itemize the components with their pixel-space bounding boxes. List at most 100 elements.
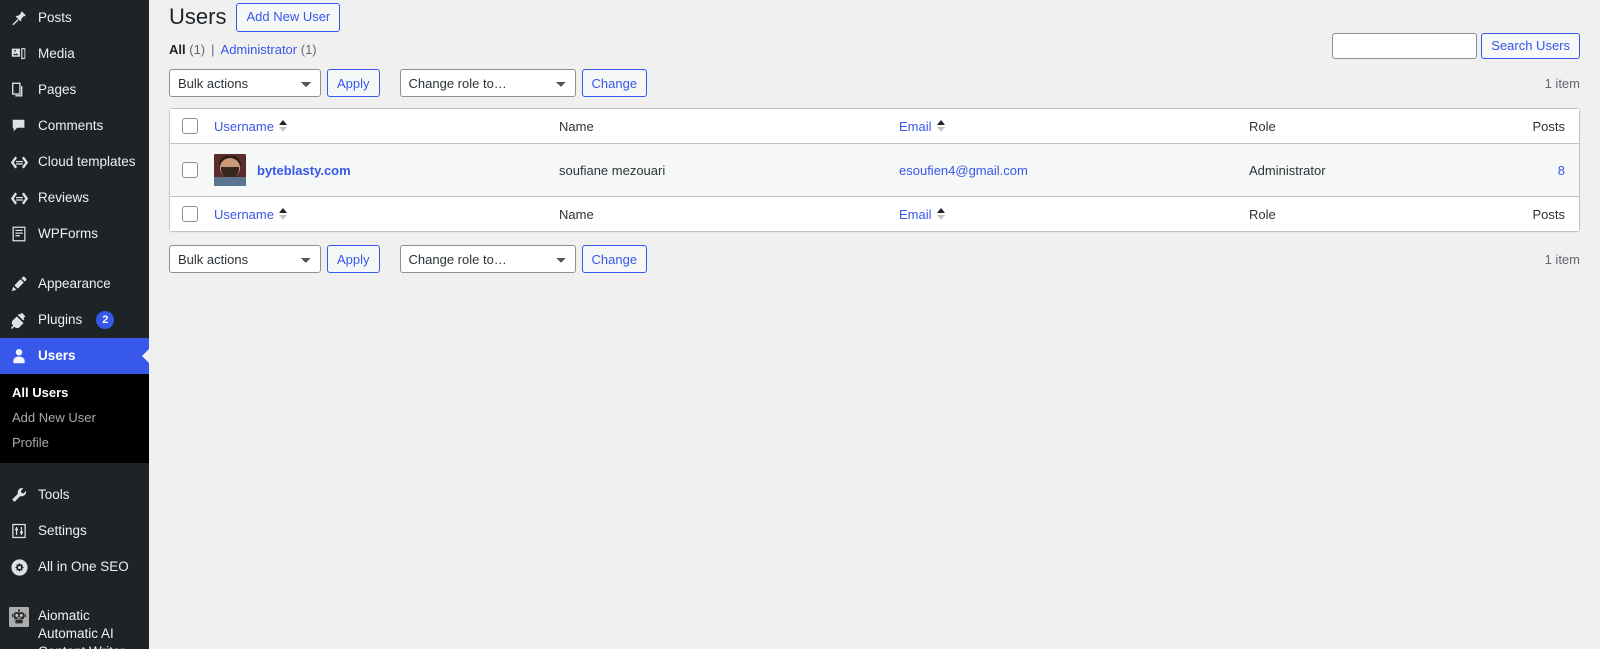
submenu-item-label: Profile: [12, 435, 49, 450]
pages-icon: [9, 80, 29, 100]
users-table-foot: Username Name Email Role Posts: [170, 196, 1579, 231]
admin-sidebar: Posts Media Pages Comments Cloud templat…: [0, 0, 149, 649]
change-role-select-top[interactable]: Change role to…: [399, 69, 576, 97]
view-administrator-link[interactable]: Administrator: [221, 42, 298, 57]
view-administrator-count: (1): [300, 42, 317, 57]
sidebar-item-label: Media: [38, 45, 75, 61]
column-header-email[interactable]: Email: [889, 109, 1239, 144]
reviews-icon: [9, 188, 29, 208]
view-all-count: (1): [189, 42, 206, 57]
bulk-apply-button-bottom[interactable]: Apply: [327, 245, 380, 273]
sort-email-link-top[interactable]: Email: [899, 119, 945, 134]
sidebar-item-wpforms[interactable]: WPForms: [0, 216, 149, 252]
submenu-item-profile[interactable]: Profile: [0, 430, 149, 455]
email-link[interactable]: esoufien4@gmail.com: [899, 163, 1028, 178]
wrench-icon: [9, 485, 29, 505]
users-table-body: byteblasty.com soufiane mezouari esoufie…: [170, 144, 1579, 196]
row-posts-cell: 8: [1479, 144, 1579, 196]
sidebar-item-posts[interactable]: Posts: [0, 0, 149, 36]
avatar: [214, 154, 246, 186]
change-role-button-bottom[interactable]: Change: [581, 245, 648, 273]
sidebar-item-label: Users: [38, 347, 76, 363]
sidebar-item-label: Cloud templates: [38, 153, 136, 169]
search-input[interactable]: [1332, 33, 1478, 59]
row-checkbox[interactable]: [182, 162, 198, 178]
sidebar-item-cloud-templates[interactable]: Cloud templates: [0, 144, 149, 180]
sidebar-item-label: Posts: [38, 9, 72, 25]
sidebar-item-pages[interactable]: Pages: [0, 72, 149, 108]
displaying-num-bottom: 1 item: [1544, 251, 1580, 267]
column-footer-email[interactable]: Email: [889, 196, 1239, 231]
column-header-username[interactable]: Username: [204, 109, 549, 144]
column-footer-posts: Posts: [1479, 196, 1579, 231]
plugins-update-badge: 2: [96, 311, 115, 329]
sidebar-item-label: Comments: [38, 117, 104, 133]
sliders-icon: [9, 521, 29, 541]
bulk-action-select-top[interactable]: Bulk actions: [169, 69, 321, 97]
column-footer-name: Name: [549, 196, 889, 231]
sidebar-item-tools[interactable]: Tools: [0, 477, 149, 513]
sidebar-item-aiomatic[interactable]: Aiomatic Automatic AI Content Writer: [0, 599, 149, 649]
sort-username-link-top[interactable]: Username: [214, 119, 287, 134]
page-title: Users: [169, 4, 227, 30]
sidebar-item-comments[interactable]: Comments: [0, 108, 149, 144]
sidebar-item-label: Pages: [38, 81, 77, 97]
change-role-button-top[interactable]: Change: [581, 69, 648, 97]
column-header-posts: Posts: [1479, 109, 1579, 144]
select-all-checkbox-top[interactable]: [182, 118, 198, 134]
sidebar-item-label: Plugins: [38, 311, 83, 327]
brush-icon: [9, 274, 29, 294]
search-users-button[interactable]: Search Users: [1481, 33, 1580, 59]
sort-arrows-icon: [936, 120, 945, 132]
column-footer-username[interactable]: Username: [204, 196, 549, 231]
admin-page: Posts Media Pages Comments Cloud templat…: [0, 0, 1600, 649]
username-link[interactable]: byteblasty.com: [257, 163, 351, 178]
sidebar-item-media[interactable]: Media: [0, 36, 149, 72]
table-header-row: Username Name Email Role Posts: [170, 109, 1579, 144]
users-submenu: All Users Add New User Profile: [0, 374, 149, 463]
submenu-item-add-new-user[interactable]: Add New User: [0, 405, 149, 430]
submenu-item-all-users[interactable]: All Users: [0, 380, 149, 405]
sidebar-item-settings[interactable]: Settings: [0, 513, 149, 549]
wpforms-icon: [9, 224, 29, 244]
sidebar-item-label: Appearance: [38, 275, 111, 291]
views-divider: |: [211, 42, 215, 57]
row-username-cell: byteblasty.com: [204, 144, 549, 196]
add-new-user-button[interactable]: Add New User: [236, 3, 341, 32]
select-all-checkbox-bottom[interactable]: [182, 206, 198, 222]
view-administrator[interactable]: Administrator (1): [221, 42, 317, 57]
robot-icon: [9, 607, 29, 627]
user-search-form: Search Users: [1332, 33, 1580, 59]
sidebar-item-label: Aiomatic Automatic AI Content Writer: [38, 608, 125, 649]
posts-count-link[interactable]: 8: [1558, 163, 1565, 178]
change-role-select-bottom[interactable]: Change role to…: [399, 245, 576, 273]
tablenav-bottom: Bulk actions Apply Change role to… Chang…: [169, 244, 1580, 274]
table-footer-row: Username Name Email Role Posts: [170, 196, 1579, 231]
view-all[interactable]: All (1): [169, 42, 205, 57]
page-header: Users Add New User: [169, 0, 1580, 32]
sort-arrows-icon: [278, 120, 287, 132]
sidebar-group-manage: Appearance Plugins 2 Users All Users Add…: [0, 266, 149, 463]
current-menu-arrow-icon: [142, 348, 149, 364]
sidebar-item-plugins[interactable]: Plugins 2: [0, 302, 149, 338]
sidebar-item-all-in-one-seo[interactable]: All in One SEO: [0, 549, 149, 585]
select-all-header: [170, 109, 204, 144]
view-all-label: All: [169, 42, 186, 57]
users-table-head: Username Name Email Role Posts: [170, 109, 1579, 144]
sidebar-item-users[interactable]: Users: [0, 338, 149, 374]
sidebar-item-appearance[interactable]: Appearance: [0, 266, 149, 302]
sidebar-divider: [0, 252, 149, 266]
column-label: Email: [899, 206, 932, 222]
sort-username-link-bottom[interactable]: Username: [214, 207, 287, 222]
tablenav-top: Bulk actions Apply Change role to… Chang…: [169, 68, 1580, 98]
column-label: Username: [214, 206, 274, 222]
column-header-name: Name: [549, 109, 889, 144]
column-label: Username: [214, 118, 274, 134]
sidebar-group-system: Tools Settings All in One SEO: [0, 477, 149, 585]
bulk-action-select-bottom[interactable]: Bulk actions: [169, 245, 321, 273]
bulk-apply-button-top[interactable]: Apply: [327, 69, 380, 97]
sort-email-link-bottom[interactable]: Email: [899, 207, 945, 222]
sidebar-item-label: Tools: [38, 486, 70, 502]
submenu-item-label: All Users: [12, 385, 69, 400]
sidebar-item-reviews[interactable]: Reviews: [0, 180, 149, 216]
